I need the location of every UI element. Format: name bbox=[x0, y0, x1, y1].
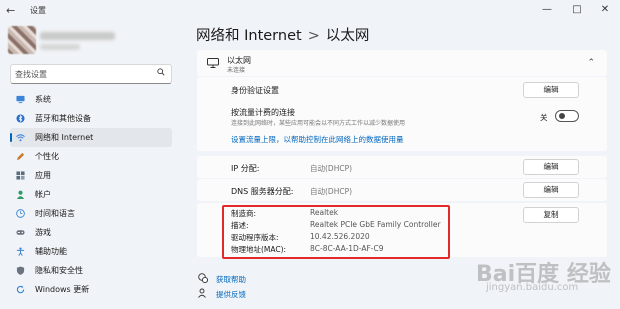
sidebar-item-windows-update[interactable]: Windows 更新 bbox=[10, 280, 172, 299]
wifi-icon bbox=[16, 134, 25, 142]
title-bar: ← 设置 — □ ✕ bbox=[0, 0, 620, 22]
back-arrow-icon[interactable]: ← bbox=[6, 4, 15, 17]
auth-edit-button[interactable]: 编辑 bbox=[523, 82, 579, 98]
connection-settings-card: 身份验证设置 编辑 按流量计费的连接 连接到此网络时，某些应用可能会以不同方式工… bbox=[197, 77, 607, 151]
help-chat-icon bbox=[198, 273, 208, 283]
sidebar-nav: 系统 蓝牙和其他设备 网络和 Internet 个性化 应用 帐户 时间和语言 bbox=[10, 90, 172, 299]
sidebar-item-label: Windows 更新 bbox=[35, 285, 90, 294]
feedback-link[interactable]: 提供反馈 bbox=[216, 289, 246, 300]
ip-assignment-label: IP 分配: bbox=[231, 164, 260, 173]
watermark-url: jingyan.baidu.com bbox=[486, 282, 579, 293]
metered-toggle-label: 关 bbox=[540, 113, 548, 122]
sidebar-item-label: 辅助功能 bbox=[35, 247, 67, 256]
apps-icon bbox=[16, 171, 25, 180]
sidebar-item-label: 帐户 bbox=[35, 190, 51, 199]
ethernet-icon bbox=[207, 58, 219, 68]
user-email-blurred bbox=[40, 44, 80, 50]
person-icon bbox=[16, 190, 25, 199]
highlight-box bbox=[222, 205, 450, 259]
sidebar-item-label: 系统 bbox=[35, 95, 51, 104]
globe-clock-icon bbox=[16, 209, 25, 218]
sidebar-item-bluetooth[interactable]: 蓝牙和其他设备 bbox=[10, 109, 172, 128]
sidebar-item-label: 蓝牙和其他设备 bbox=[35, 114, 91, 123]
auth-settings-label: 身份验证设置 bbox=[231, 86, 279, 95]
chevron-up-icon[interactable]: ⌃ bbox=[587, 58, 595, 68]
sidebar-item-privacy[interactable]: 隐私和安全性 bbox=[10, 261, 172, 280]
dns-assignment-value: 自动(DHCP) bbox=[310, 187, 353, 196]
metered-description: 连接到此网络时，某些应用可能会以不同方式工作以减少数据使用 bbox=[231, 120, 406, 127]
search-placeholder: 查找设置 bbox=[15, 70, 47, 79]
monitor-icon bbox=[16, 95, 25, 104]
sidebar-item-network[interactable]: 网络和 Internet bbox=[10, 128, 172, 147]
sidebar-item-label: 个性化 bbox=[35, 152, 59, 161]
sidebar-item-accessibility[interactable]: 辅助功能 bbox=[10, 242, 172, 261]
gamepad-icon bbox=[16, 230, 25, 235]
get-help-link[interactable]: 获取帮助 bbox=[216, 274, 246, 285]
dns-edit-button[interactable]: 编辑 bbox=[523, 182, 579, 198]
sidebar-item-personalization[interactable]: 个性化 bbox=[10, 147, 172, 166]
sidebar-item-label: 网络和 Internet bbox=[35, 133, 94, 142]
pen-icon bbox=[16, 152, 25, 161]
sidebar-item-system[interactable]: 系统 bbox=[10, 90, 172, 109]
user-name-blurred bbox=[40, 32, 115, 40]
breadcrumb-separator: > bbox=[307, 28, 320, 44]
ip-assignment-row: IP 分配: 自动(DHCP) 编辑 bbox=[197, 156, 607, 178]
app-title: 设置 bbox=[30, 6, 46, 15]
accessibility-icon bbox=[16, 247, 25, 256]
refresh-icon bbox=[16, 285, 25, 294]
sidebar-item-label: 应用 bbox=[35, 171, 51, 180]
search-input[interactable]: 查找设置 bbox=[10, 64, 172, 84]
sidebar-item-gaming[interactable]: 游戏 bbox=[10, 223, 172, 242]
avatar[interactable] bbox=[8, 26, 36, 54]
shield-icon bbox=[16, 266, 25, 275]
ip-assignment-value: 自动(DHCP) bbox=[310, 164, 353, 173]
sidebar-item-apps[interactable]: 应用 bbox=[10, 166, 172, 185]
breadcrumb: 网络和 Internet > 以太网 bbox=[196, 24, 369, 45]
close-icon[interactable]: ✕ bbox=[590, 2, 620, 18]
metered-label: 按流量计费的连接 bbox=[231, 108, 295, 117]
sidebar-item-accounts[interactable]: 帐户 bbox=[10, 185, 172, 204]
toggle-knob bbox=[559, 113, 565, 119]
copy-button[interactable]: 复制 bbox=[523, 207, 579, 223]
breadcrumb-parent[interactable]: 网络和 Internet bbox=[196, 28, 302, 44]
sidebar-item-label: 游戏 bbox=[35, 228, 51, 237]
dns-assignment-label: DNS 服务器分配: bbox=[231, 187, 294, 196]
ip-edit-button[interactable]: 编辑 bbox=[523, 159, 579, 175]
metered-toggle[interactable] bbox=[555, 110, 579, 122]
settings-window: ← 设置 — □ ✕ 查找设置 系统 蓝牙和其他设备 网络和 Internet bbox=[0, 0, 620, 309]
feedback-icon bbox=[198, 288, 206, 298]
sidebar-item-label: 时间和语言 bbox=[35, 209, 75, 218]
search-icon bbox=[157, 68, 165, 76]
data-limit-link[interactable]: 设置流量上限，以帮助控制在此网络上的数据使用量 bbox=[231, 134, 404, 145]
maximize-icon[interactable]: □ bbox=[562, 2, 592, 18]
bluetooth-icon bbox=[16, 114, 25, 123]
minimize-icon[interactable]: — bbox=[532, 2, 562, 18]
sidebar-item-label: 隐私和安全性 bbox=[35, 266, 83, 275]
page-title: 以太网 bbox=[325, 28, 370, 44]
ethernet-status: 未连接 bbox=[227, 67, 246, 74]
sidebar-item-time-language[interactable]: 时间和语言 bbox=[10, 204, 172, 223]
dns-assignment-row: DNS 服务器分配: 自动(DHCP) 编辑 bbox=[197, 179, 607, 201]
ethernet-header-card[interactable]: 以太网 未连接 ⌃ bbox=[197, 50, 607, 76]
